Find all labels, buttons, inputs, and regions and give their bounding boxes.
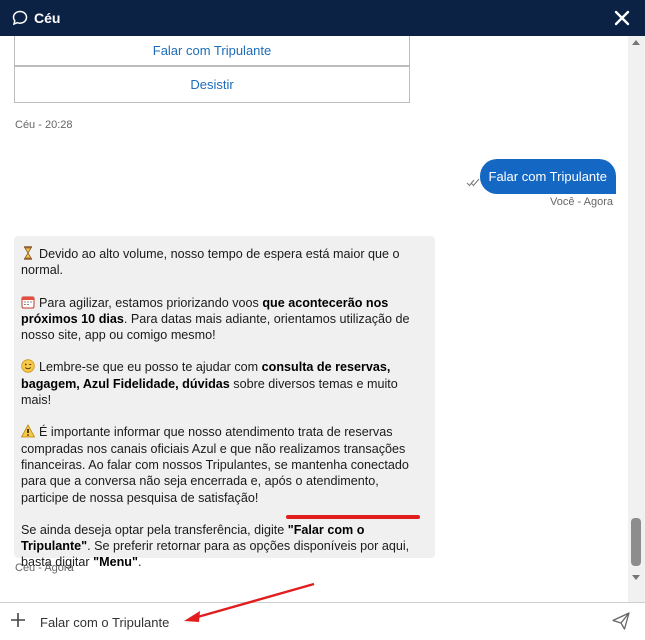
bot-paragraph-transfer: Se ainda deseja optar pela transferência… xyxy=(21,522,410,570)
scroll-up-icon[interactable] xyxy=(632,40,640,45)
user-message-meta: Você - Agora xyxy=(550,196,613,208)
chat-bubble-icon xyxy=(12,10,28,26)
close-icon[interactable] xyxy=(613,9,631,27)
bot-message-bubble: Devido ao alto volume, nosso tempo de es… xyxy=(14,236,435,569)
scroll-down-icon[interactable] xyxy=(632,575,640,580)
plus-icon[interactable] xyxy=(10,612,26,628)
calendar-icon xyxy=(21,295,35,309)
option-desistir-button[interactable]: Desistir xyxy=(14,66,410,103)
warning-icon xyxy=(20,424,36,438)
scrollbar-thumb[interactable] xyxy=(631,518,641,566)
chat-scrollbar[interactable] xyxy=(628,36,645,602)
bot-paragraph-wait: Devido ao alto volume, nosso tempo de es… xyxy=(21,246,400,278)
bot-paragraph-warning: É importante informar que nosso atendime… xyxy=(20,424,409,505)
option-falar-com-tripulante-button[interactable]: Falar com Tripulante xyxy=(14,36,410,66)
annotation-underline xyxy=(286,515,420,519)
bot-paragraph-priority: Para agilizar, estamos priorizando voos … xyxy=(21,295,410,343)
user-message-bubble: Falar com Tripulante xyxy=(479,159,616,194)
hourglass-icon xyxy=(21,246,35,260)
send-icon[interactable] xyxy=(611,611,631,631)
wink-face-icon xyxy=(21,359,35,374)
chat-title: Céu xyxy=(34,10,61,26)
bot-paragraph-help: Lembre-se que eu posso te ajudar com con… xyxy=(21,359,398,408)
message-composer xyxy=(0,603,645,640)
bot-timestamp: Céu - 20:28 xyxy=(15,119,73,131)
bot-message-meta: Céu - Agora xyxy=(15,562,74,574)
chat-header: Céu xyxy=(0,0,645,36)
message-input[interactable] xyxy=(40,611,580,633)
